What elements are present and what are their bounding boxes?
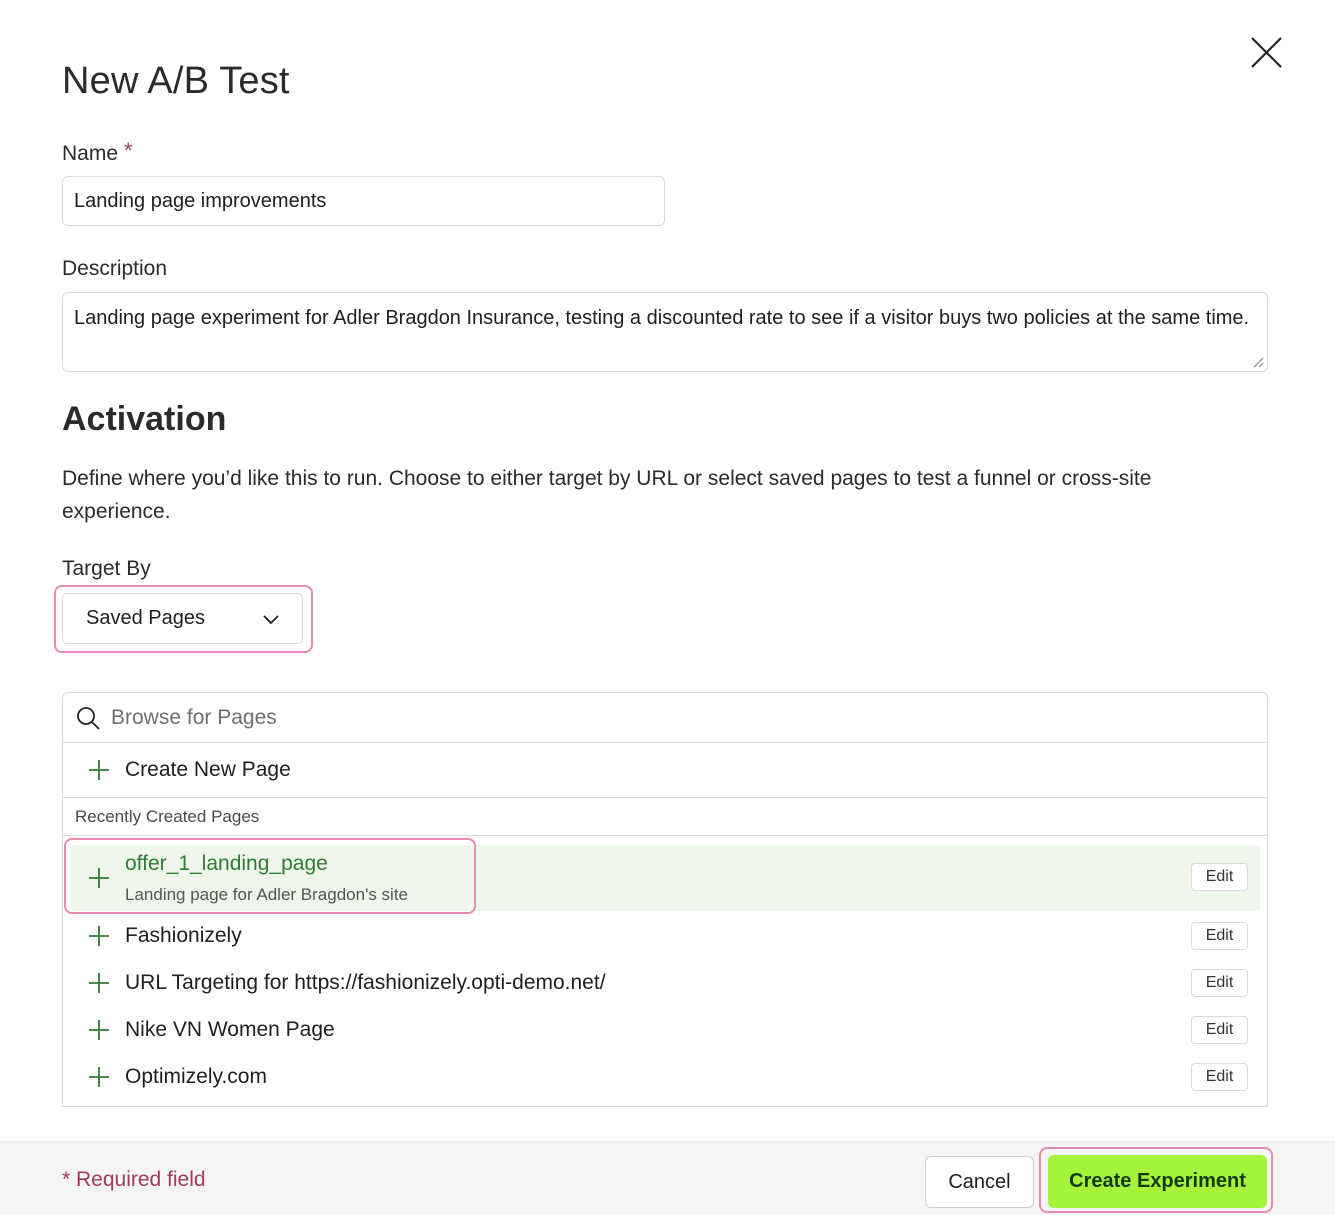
chevron-down-icon (263, 614, 279, 624)
page-name: Fashionizely (125, 924, 242, 947)
recent-pages-header: Recently Created Pages (63, 798, 1267, 836)
required-star: * (124, 138, 133, 163)
edit-button[interactable]: Edit (1191, 863, 1248, 891)
name-label: Name * (62, 138, 133, 166)
page-name: Optimizely.com (125, 1065, 267, 1088)
edit-button[interactable]: Edit (1191, 969, 1248, 997)
plus-icon (88, 759, 110, 781)
page-name: URL Targeting for https://fashionizely.o… (125, 971, 606, 994)
plus-icon[interactable] (88, 867, 110, 889)
target-by-select[interactable]: Saved Pages (62, 593, 303, 644)
recent-pages-header-text: Recently Created Pages (75, 807, 260, 826)
cancel-button[interactable]: Cancel (925, 1156, 1034, 1208)
description-input[interactable]: Landing page experiment for Adler Bragdo… (62, 292, 1268, 372)
plus-icon[interactable] (88, 972, 110, 994)
plus-icon[interactable] (88, 1066, 110, 1088)
name-input[interactable] (62, 176, 665, 226)
search-icon (77, 707, 100, 730)
activation-help-text: Define where you’d like this to run. Cho… (62, 467, 1152, 523)
create-new-page-label: Create New Page (125, 758, 291, 781)
edit-button[interactable]: Edit (1191, 1016, 1248, 1044)
name-label-text: Name (62, 142, 119, 165)
description-label: Description (62, 257, 168, 280)
resize-grip-icon[interactable] (1252, 356, 1264, 368)
page-name: offer_1_landing_page (125, 852, 328, 875)
target-by-value: Saved Pages (86, 607, 205, 629)
edit-button[interactable]: Edit (1191, 922, 1248, 950)
close-icon (1251, 37, 1282, 68)
page-description: Landing page for Adler Bragdon's site (125, 885, 408, 904)
page-name: Nike VN Women Page (125, 1018, 335, 1041)
dialog-title: New A/B Test (62, 60, 290, 102)
pages-panel: Create New Page Recently Created Pages o… (62, 692, 1268, 1107)
list-item[interactable]: offer_1_landing_page Landing page for Ad… (71, 845, 1260, 911)
create-new-page-button[interactable]: Create New Page (63, 743, 1267, 798)
target-by-label: Target By (62, 557, 151, 580)
create-experiment-button[interactable]: Create Experiment (1048, 1155, 1267, 1208)
plus-icon[interactable] (88, 1019, 110, 1041)
activation-title: Activation (62, 400, 227, 438)
edit-button[interactable]: Edit (1191, 1063, 1248, 1091)
close-button[interactable] (1246, 32, 1286, 72)
list-item[interactable]: Nike VN Women Page Edit (71, 1008, 1260, 1053)
dialog-footer: * Required field Cancel Create Experimen… (0, 1141, 1335, 1215)
required-field-note: * Required field (62, 1168, 206, 1191)
plus-icon[interactable] (88, 925, 110, 947)
list-item[interactable]: URL Targeting for https://fashionizely.o… (71, 961, 1260, 1006)
list-item[interactable]: Fashionizely Edit (71, 914, 1260, 959)
list-item[interactable]: Optimizely.com Edit (71, 1055, 1260, 1100)
pages-search-row (63, 693, 1267, 743)
pages-search-input[interactable] (111, 701, 1251, 735)
